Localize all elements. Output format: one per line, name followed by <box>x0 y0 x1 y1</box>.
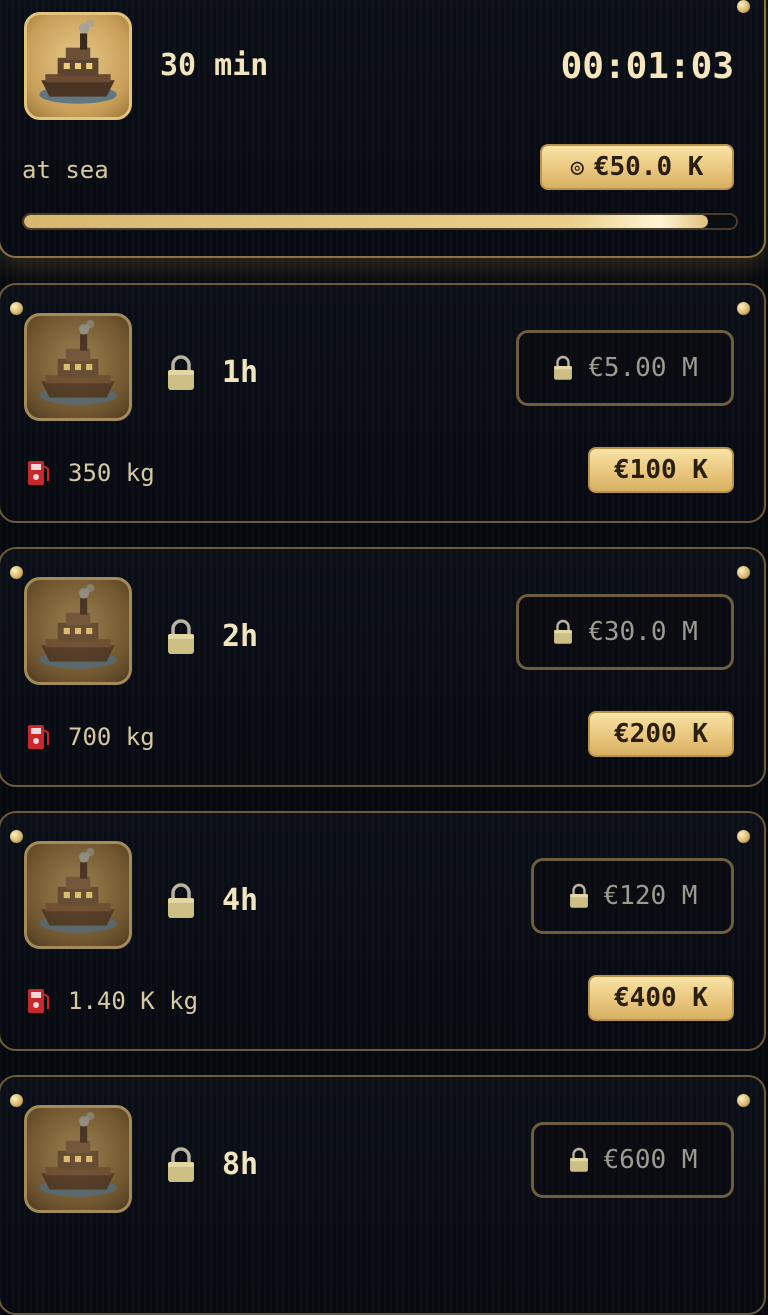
boat-card: 2h €30.0 M 700 kg €200 K <box>0 547 766 787</box>
lock-icon <box>165 355 197 391</box>
lock-icon <box>165 619 197 655</box>
boat-card: 1h €5.00 M 350 kg €100 K <box>0 283 766 523</box>
unlock-button[interactable]: €30.0 M <box>516 594 734 670</box>
rivet <box>737 1094 750 1107</box>
reward-label: €400 K <box>614 983 708 1013</box>
lock-icon <box>568 1147 590 1173</box>
boat-thumbnail <box>24 313 132 421</box>
reward-label: €50.0 K <box>593 152 704 182</box>
boat-duration: 8h <box>222 1147 259 1182</box>
lock-icon <box>552 355 574 381</box>
unlock-button[interactable]: €120 M <box>531 858 734 934</box>
boat-thumbnail <box>24 12 132 120</box>
boat-card: 4h €120 M 1.40 K kg €400 K <box>0 811 766 1051</box>
rivet <box>10 566 23 579</box>
rivet <box>737 830 750 843</box>
boat-duration: 4h <box>222 883 259 918</box>
tugboat-icon <box>27 15 129 117</box>
fuel-amount: 350 kg <box>68 459 155 487</box>
reward-button[interactable]: €200 K <box>588 711 734 757</box>
unlock-button[interactable]: €600 M <box>531 1122 734 1198</box>
rivet <box>10 1094 23 1107</box>
lock-icon <box>552 619 574 645</box>
fuel-amount: 1.40 K kg <box>68 987 199 1015</box>
boat-duration: 2h <box>222 619 259 654</box>
tugboat-icon <box>27 1108 129 1210</box>
boat-thumbnail <box>24 841 132 949</box>
fuel-amount: 700 kg <box>68 723 155 751</box>
unlock-price: €120 M <box>603 881 698 911</box>
unlock-price: €5.00 M <box>588 353 698 383</box>
unlock-price: €30.0 M <box>588 617 698 647</box>
rivet <box>737 0 750 13</box>
lock-icon <box>568 883 590 909</box>
boat-thumbnail <box>24 1105 132 1213</box>
unlock-price: €600 M <box>603 1145 698 1175</box>
active-trip-card: 30 min 00:01:03 at sea ◎ €50.0 K <box>0 0 766 258</box>
trip-duration: 30 min <box>160 48 269 83</box>
rivet <box>10 830 23 843</box>
reward-button[interactable]: €100 K <box>588 447 734 493</box>
rivet <box>10 302 23 315</box>
progress-fill <box>24 215 708 228</box>
boat-thumbnail <box>24 577 132 685</box>
coin-icon: ◎ <box>570 154 584 180</box>
trip-timer: 00:01:03 <box>560 46 734 87</box>
lock-icon <box>165 1147 197 1183</box>
boat-card: 8h €600 M <box>0 1075 766 1315</box>
rivet <box>737 302 750 315</box>
trip-status: at sea <box>22 156 109 184</box>
unlock-button[interactable]: €5.00 M <box>516 330 734 406</box>
tugboat-icon <box>27 316 129 418</box>
lock-icon <box>165 883 197 919</box>
boat-duration: 1h <box>222 355 259 390</box>
fuel-icon <box>26 721 50 751</box>
tugboat-icon <box>27 844 129 946</box>
trip-progress-bar <box>22 213 738 230</box>
tugboat-icon <box>27 580 129 682</box>
fuel-icon <box>26 457 50 487</box>
fuel-icon <box>26 985 50 1015</box>
reward-label: €100 K <box>614 455 708 485</box>
rivet <box>737 566 750 579</box>
reward-label: €200 K <box>614 719 708 749</box>
reward-button[interactable]: €400 K <box>588 975 734 1021</box>
collect-reward-button[interactable]: ◎ €50.0 K <box>540 144 734 190</box>
